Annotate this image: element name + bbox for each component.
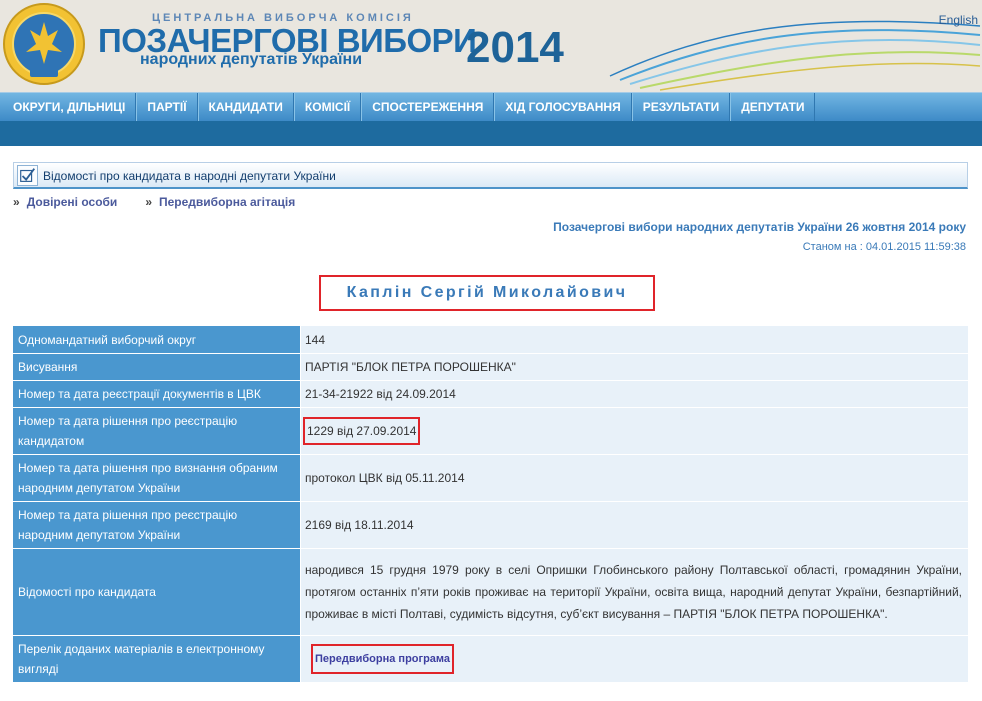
arrow-icon: » (145, 195, 152, 209)
sub-nav-bar (0, 121, 982, 146)
section-header: Відомості про кандидата в народні депута… (13, 162, 968, 189)
table-row: Номер та дата рішення про визнання обран… (13, 455, 968, 502)
candidate-name: Каплін Сергій Миколайович (346, 284, 628, 301)
election-name: Позачергові вибори народних депутатів Ук… (553, 220, 966, 234)
registration-decision-value: 1229 від 27.09.2014 (303, 417, 421, 445)
table-row: Номер та дата рішення про реєстрацію кан… (13, 408, 968, 455)
row-label: Перелік доданих матеріалів в електронном… (13, 636, 300, 683)
table-row: Перелік доданих матеріалів в електронном… (13, 636, 968, 683)
english-language-link[interactable]: English (939, 13, 978, 27)
decorative-swoosh (609, 20, 981, 91)
table-row: Одномандатний виборчий округ 144 (13, 326, 968, 354)
nav-item-districts[interactable]: ОКРУГИ, ДІЛЬНИЦІ (3, 92, 137, 122)
row-label: Номер та дата рішення про реєстрацію нар… (13, 502, 300, 549)
candidate-info-table: Одномандатний виборчий округ 144 Висуван… (13, 326, 968, 683)
checkbox-icon (17, 165, 38, 186)
row-value: ПАРТІЯ "БЛОК ПЕТРА ПОРОШЕНКА" (300, 354, 968, 381)
as-of-timestamp: Станом на : 04.01.2015 11:59:38 (802, 241, 966, 253)
nav-item-voting-progress[interactable]: ХІД ГОЛОСУВАННЯ (494, 92, 632, 122)
sublinks: » Довірені особи » Передвиборна агітація (13, 195, 323, 209)
nav-item-deputies[interactable]: ДЕПУТАТИ (730, 92, 816, 122)
row-value: 144 (300, 326, 968, 354)
election-subtitle: народних депутатів України (140, 51, 363, 68)
sublink-label[interactable]: Передвиборна агітація (159, 195, 295, 209)
arrow-icon: » (13, 195, 20, 209)
table-row: Номер та дата реєстрації документів в ЦВ… (13, 381, 968, 408)
row-value-cell: Передвиборна програма (300, 636, 968, 683)
election-year: 2014 (466, 23, 564, 72)
cec-emblem-logo[interactable] (2, 2, 86, 86)
row-value: протокол ЦВК від 05.11.2014 (300, 455, 968, 502)
section-title: Відомості про кандидата в народні депута… (43, 169, 336, 183)
row-label: Номер та дата рішення про реєстрацію кан… (13, 408, 300, 455)
nav-item-candidates[interactable]: КАНДИДАТИ (197, 92, 294, 122)
row-label: Висування (13, 354, 300, 381)
row-label: Відомості про кандидата (13, 549, 300, 636)
row-value: 21-34-21922 від 24.09.2014 (300, 381, 968, 408)
nav-item-parties[interactable]: ПАРТІЇ (136, 92, 198, 122)
row-value: 2169 від 18.11.2014 (300, 502, 968, 549)
nav-item-observers[interactable]: СПОСТЕРЕЖЕННЯ (361, 92, 495, 122)
main-nav: ОКРУГИ, ДІЛЬНИЦІ ПАРТІЇ КАНДИДАТИ КОМІСІ… (0, 92, 982, 122)
sublink-label[interactable]: Довірені особи (27, 195, 118, 209)
table-row: Номер та дата рішення про реєстрацію нар… (13, 502, 968, 549)
campaign-program-link[interactable]: Передвиборна програма (311, 644, 455, 674)
sublink-campaigning[interactable]: » Передвиборна агітація (145, 195, 295, 209)
candidate-name-box: Каплін Сергій Миколайович (319, 275, 655, 311)
nav-item-commissions[interactable]: КОМІСІЇ (293, 92, 362, 122)
sublink-trusted-persons[interactable]: » Довірені особи (13, 195, 117, 209)
row-value-cell: 1229 від 27.09.2014 (300, 408, 968, 455)
row-value: народився 15 грудня 1979 року в селі Опр… (300, 549, 968, 636)
nav-item-results[interactable]: РЕЗУЛЬТАТИ (631, 92, 731, 122)
row-label: Одномандатний виборчий округ (13, 326, 300, 354)
row-label: Номер та дата реєстрації документів в ЦВ… (13, 381, 300, 408)
site-header: ЦЕНТРАЛЬНА ВИБОРЧА КОМІСІЯ ПОЗАЧЕРГОВІ В… (0, 0, 982, 92)
table-row: Відомості про кандидата народився 15 гру… (13, 549, 968, 636)
table-row: Висування ПАРТІЯ "БЛОК ПЕТРА ПОРОШЕНКА" (13, 354, 968, 381)
row-label: Номер та дата рішення про визнання обран… (13, 455, 300, 502)
